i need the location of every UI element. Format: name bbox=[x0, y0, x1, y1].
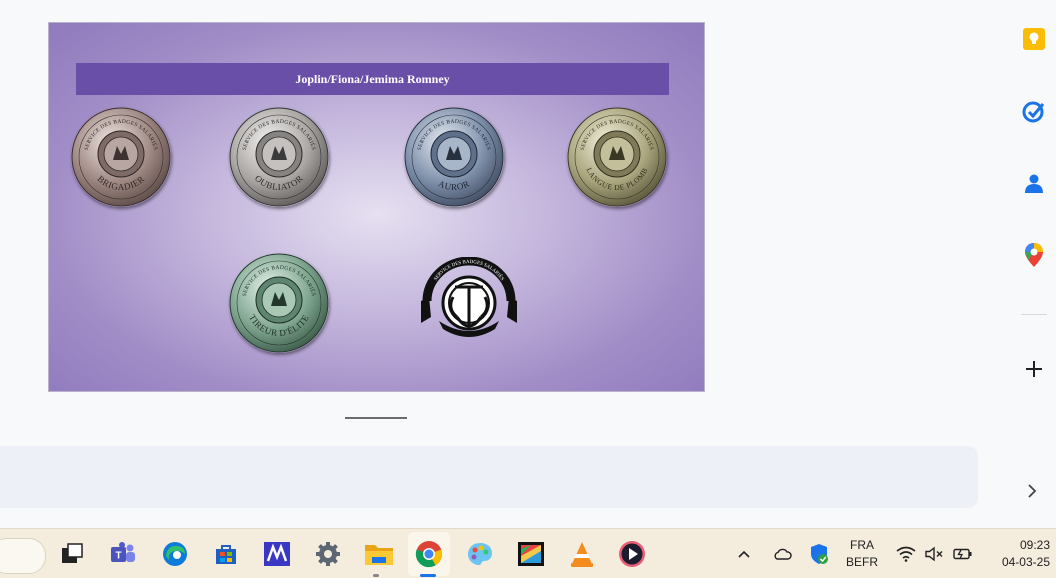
chevron-right-icon[interactable] bbox=[1026, 482, 1038, 503]
ministry-emblem: SERVICE DES BADGES SALARIÉS bbox=[417, 256, 521, 341]
app-m-icon[interactable] bbox=[262, 539, 292, 569]
coin-brigadier: SERVICE DES BADGES SALARIÉS BRIGADIER bbox=[71, 107, 171, 207]
media-player-icon[interactable] bbox=[617, 539, 647, 569]
search-box[interactable] bbox=[0, 538, 46, 574]
slide-title: Joplin/Fiona/Jemima Romney bbox=[295, 71, 450, 86]
volume-muted-icon[interactable] bbox=[924, 529, 944, 578]
taskbar: T FRA BEFR 09:23 04-03-25 bbox=[0, 528, 1056, 578]
clock[interactable]: 09:23 04-03-25 bbox=[990, 529, 1050, 578]
input-language-indicator[interactable]: FRA BEFR bbox=[844, 529, 880, 578]
wifi-icon[interactable] bbox=[896, 529, 916, 578]
keyboard-layout: BEFR bbox=[845, 554, 878, 569]
keep-icon[interactable] bbox=[1021, 26, 1047, 52]
task-view-icon[interactable] bbox=[57, 539, 87, 569]
coin-auror: SERVICE DES BADGES SALARIÉS AUROR bbox=[404, 107, 504, 207]
video-editor-icon[interactable] bbox=[516, 539, 546, 569]
slide-title-banner: Joplin/Fiona/Jemima Romney bbox=[76, 63, 669, 95]
contacts-icon[interactable] bbox=[1021, 170, 1047, 196]
file-explorer-icon[interactable] bbox=[364, 539, 394, 569]
onedrive-icon[interactable] bbox=[772, 529, 792, 578]
show-hidden-icons-chevron-up-icon[interactable] bbox=[737, 529, 751, 578]
maps-icon[interactable] bbox=[1021, 242, 1047, 268]
chrome-icon[interactable] bbox=[414, 539, 444, 569]
clock-date: 04-03-25 bbox=[1001, 554, 1050, 569]
side-divider bbox=[1021, 314, 1047, 315]
edge-icon[interactable] bbox=[160, 539, 190, 569]
svg-text:T: T bbox=[115, 551, 121, 562]
settings-icon[interactable] bbox=[313, 539, 343, 569]
vlc-icon[interactable] bbox=[567, 539, 597, 569]
teams-icon[interactable]: T bbox=[108, 539, 138, 569]
coin-tireur-d-elite: SERVICE DES BADGES SALARIÉS TIREUR D'ÉLI… bbox=[229, 253, 329, 353]
defender-shield-icon[interactable] bbox=[809, 529, 829, 578]
battery-charging-icon[interactable] bbox=[952, 529, 974, 578]
coin-oubliator: SERVICE DES BADGES SALARIÉS OUBLIATOR bbox=[229, 107, 329, 207]
store-icon[interactable] bbox=[211, 539, 241, 569]
tasks-icon[interactable] bbox=[1021, 98, 1047, 124]
input-bar[interactable] bbox=[0, 446, 978, 508]
paint-icon[interactable] bbox=[465, 539, 495, 569]
language-code: FRA bbox=[849, 537, 874, 552]
add-icon[interactable] bbox=[1021, 356, 1047, 382]
resize-handle[interactable] bbox=[345, 417, 407, 419]
clock-time: 09:23 bbox=[1019, 537, 1050, 552]
coin-langue-de-plomb: SERVICE DES BADGES SALARIÉS LANGUE DE PL… bbox=[567, 107, 667, 207]
presentation-slide: Joplin/Fiona/Jemima Romney SERVICE DES B… bbox=[48, 22, 705, 392]
